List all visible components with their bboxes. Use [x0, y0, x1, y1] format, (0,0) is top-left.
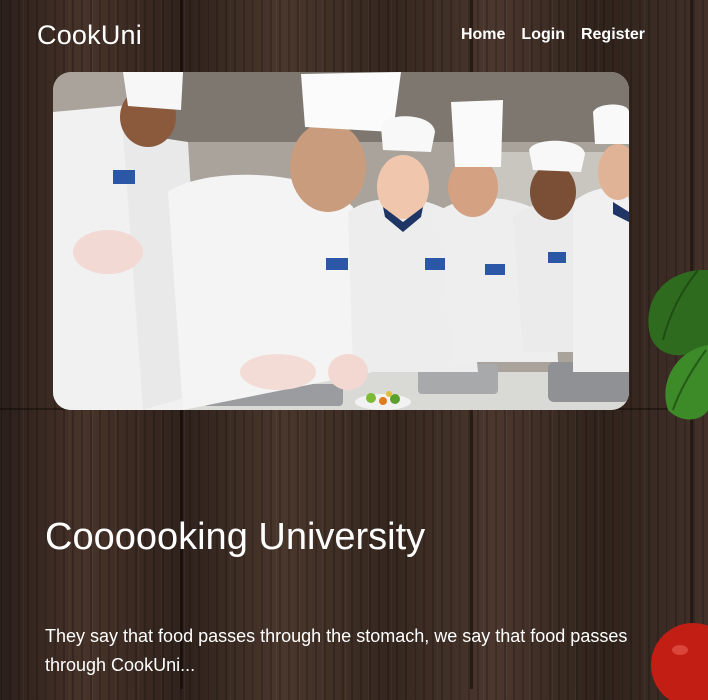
- brand-logo-link[interactable]: CookUni: [37, 20, 142, 51]
- nav-login-link[interactable]: Login: [521, 26, 565, 44]
- tomato-icon: [651, 623, 708, 700]
- page-title: Coooooking University: [45, 516, 426, 558]
- nav-register-link[interactable]: Register: [581, 26, 645, 44]
- nav-links: Home Login Register: [461, 26, 645, 44]
- chefs-photo-icon: [53, 72, 629, 410]
- navbar: CookUni Home Login Register: [0, 0, 708, 72]
- hero-image: [53, 72, 629, 410]
- nav-home-link[interactable]: Home: [461, 26, 505, 44]
- tagline-text: They say that food passes through the st…: [45, 626, 628, 675]
